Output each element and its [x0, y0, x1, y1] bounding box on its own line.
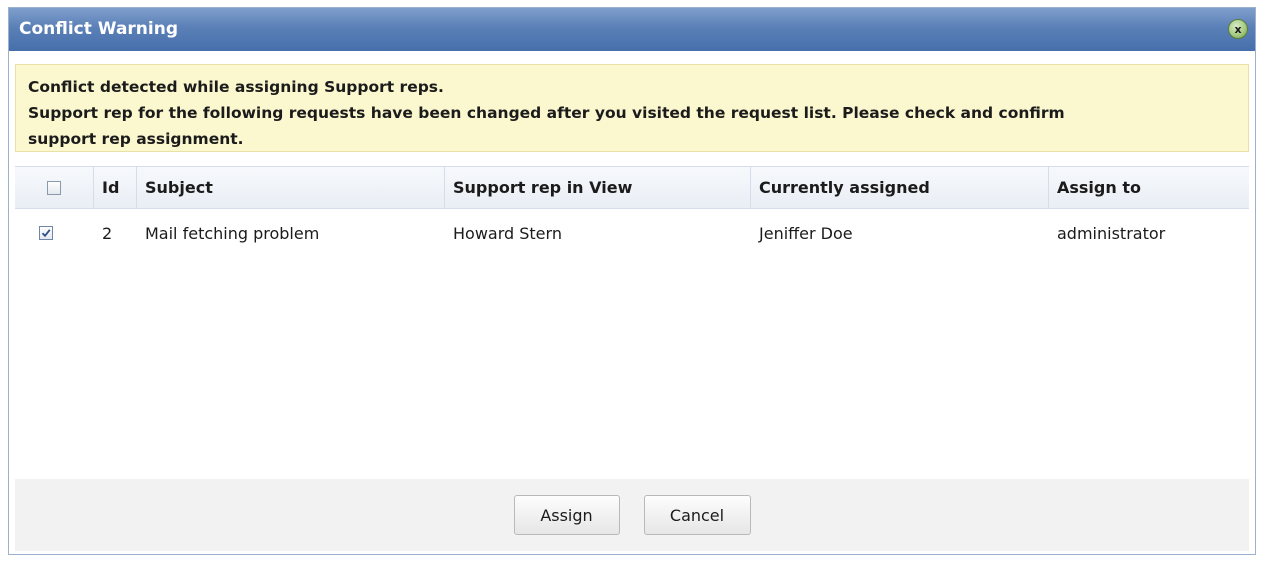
header-subject[interactable]: Subject: [137, 167, 445, 208]
header-select-cell: [15, 167, 94, 208]
header-id[interactable]: Id: [94, 167, 137, 208]
conflict-message: Conflict detected while assigning Suppor…: [15, 64, 1249, 152]
row-checkbox[interactable]: [39, 226, 53, 240]
close-icon: x: [1234, 22, 1242, 36]
conflict-warning-dialog: Conflict Warning x Conflict detected whi…: [8, 7, 1256, 555]
row-select-cell: [15, 209, 94, 257]
header-support-rep-in-view[interactable]: Support rep in View: [445, 167, 751, 208]
row-support-rep-in-view: Howard Stern: [453, 223, 562, 243]
dialog-title: Conflict Warning: [19, 19, 179, 39]
row-subject: Mail fetching problem: [145, 223, 320, 243]
conflict-message-line: Support rep for the following requests h…: [28, 104, 1065, 122]
row-assign-to: administrator: [1057, 223, 1166, 243]
row-currently-assigned: Jeniffer Doe: [759, 223, 853, 243]
header-currently-assigned[interactable]: Currently assigned: [751, 167, 1049, 208]
conflict-table: Id Subject Support rep in View Currently…: [15, 166, 1249, 257]
select-all-checkbox[interactable]: [47, 180, 61, 195]
dialog-footer: Assign Cancel: [15, 479, 1249, 551]
conflict-message-line: support rep assignment.: [28, 130, 244, 148]
table-row: 2 Mail fetching problem Howard Stern Jen…: [15, 209, 1249, 257]
table-header: Id Subject Support rep in View Currently…: [15, 166, 1249, 209]
conflict-message-line: Conflict detected while assigning Suppor…: [28, 78, 444, 96]
row-id: 2: [102, 223, 113, 243]
dialog-titlebar[interactable]: Conflict Warning x: [9, 8, 1255, 51]
assign-button[interactable]: Assign: [513, 495, 620, 535]
close-button[interactable]: x: [1228, 19, 1248, 39]
cancel-button[interactable]: Cancel: [643, 495, 751, 535]
header-assign-to[interactable]: Assign to: [1049, 167, 1249, 208]
checkmark-icon: [41, 229, 51, 238]
